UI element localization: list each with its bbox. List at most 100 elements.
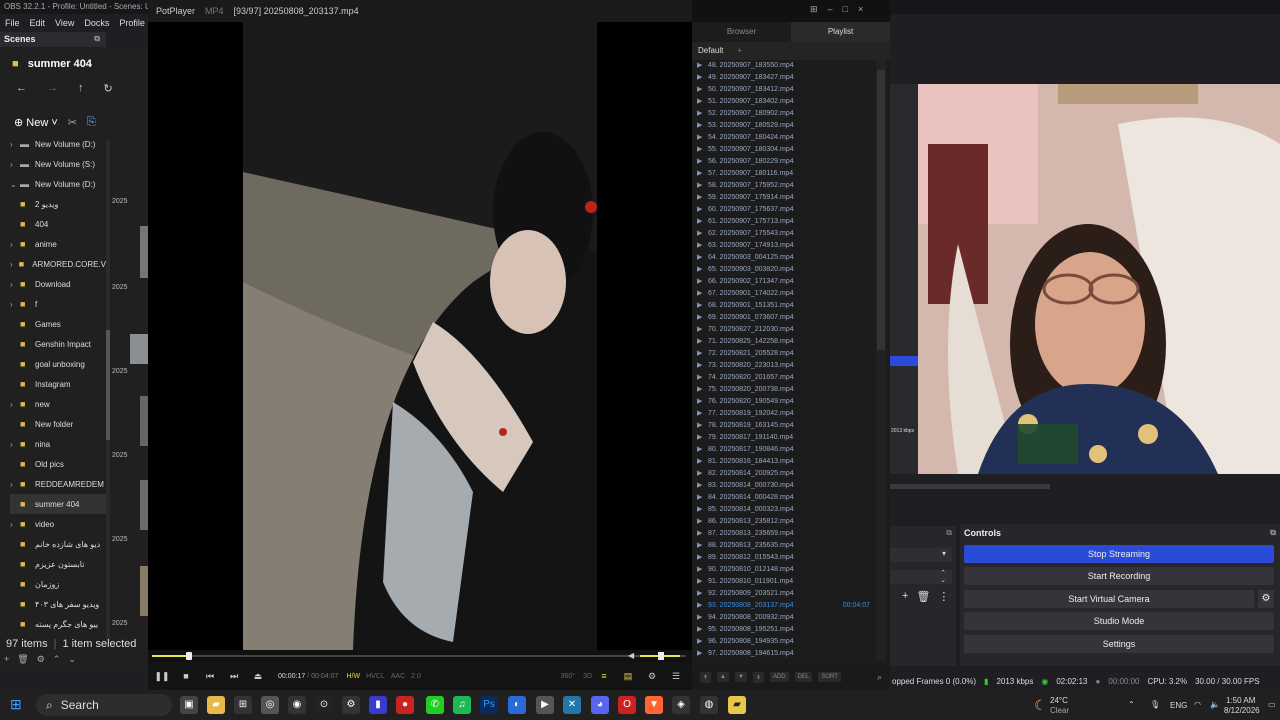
chevron-right-icon[interactable]: › xyxy=(10,300,20,309)
thumbnail-image[interactable] xyxy=(130,334,148,364)
playlist-item[interactable]: ▶ 63. 20250907_174913.mp4 xyxy=(694,240,874,252)
nav-tree-item[interactable]: ■ ويديو 2 xyxy=(10,194,106,214)
whatsapp-icon[interactable]: ✆ xyxy=(426,696,444,714)
pause-icon[interactable]: ❚❚ xyxy=(150,671,174,682)
back-icon[interactable]: ← xyxy=(16,82,27,98)
spotify-icon[interactable]: ♫ xyxy=(453,696,471,714)
nav-tree-item[interactable]: ■ goal unboxing xyxy=(10,354,106,374)
brave-icon[interactable]: ▼ xyxy=(645,696,663,714)
undock-icon[interactable]: ⧉ xyxy=(1270,528,1276,538)
add-button[interactable]: ADD xyxy=(769,672,789,682)
playlist-item[interactable]: ▶ 68. 20250901_151351.mp4 xyxy=(694,300,874,312)
video-frame[interactable] xyxy=(243,22,597,650)
nav-tree-item[interactable]: ⌄ ▬ New Volume (D:) xyxy=(10,174,106,194)
start-virtual-camera-button[interactable]: Start Virtual Camera xyxy=(964,590,1254,608)
move-top-icon[interactable]: ⇞ xyxy=(700,671,712,683)
cut-icon[interactable]: ✂ xyxy=(68,116,77,129)
app-icon[interactable]: ◎ xyxy=(261,696,279,714)
virtual-camera-settings-icon[interactable]: ⚙ xyxy=(1258,590,1274,608)
menu-edit[interactable]: Edit xyxy=(30,18,46,28)
chevron-right-icon[interactable]: › xyxy=(10,400,20,409)
settings-button[interactable]: Settings xyxy=(964,635,1274,653)
add-tab-icon[interactable]: + xyxy=(737,46,742,56)
playlist-item[interactable]: ▶ 53. 20250907_180529.mp4 xyxy=(694,120,874,132)
nav-tree-item[interactable]: ■ New folder xyxy=(10,414,106,434)
playlist-item[interactable]: ▶ 59. 20250907_175914.mp4 xyxy=(694,192,874,204)
playlist-item[interactable]: ▶ 58. 20250907_175952.mp4 xyxy=(694,180,874,192)
eject-icon[interactable]: ⏏ xyxy=(246,671,270,682)
playlist-item[interactable]: ▶ 91. 20250810_011901.mp4 xyxy=(694,576,874,588)
playlist-item[interactable]: ▶ 90. 20250810_012148.mp4 xyxy=(694,564,874,576)
forward-icon[interactable]: → xyxy=(47,82,58,98)
new-button[interactable]: ⊕ New ˅ xyxy=(14,116,58,129)
playlist-item[interactable]: ▶ 69. 20250901_073607.mp4 xyxy=(694,312,874,324)
file-explorer-icon[interactable]: ▰ xyxy=(207,696,225,714)
explorer-tab[interactable]: ■ summer 404 xyxy=(6,54,150,76)
playlist-item[interactable]: ▶ 67. 20250901_174022.mp4 xyxy=(694,288,874,300)
stop-icon[interactable]: ■ xyxy=(174,671,198,681)
tab-playlist[interactable]: Playlist xyxy=(791,22,890,42)
nav-tree-item[interactable]: › ■ Download xyxy=(10,274,106,294)
3d-toggle[interactable]: 3D xyxy=(583,673,592,680)
move-down-icon[interactable]: ▼ xyxy=(734,672,747,682)
playlist-item[interactable]: ▶ 94. 20250808_200932.mp4 xyxy=(694,612,874,624)
playlist-item[interactable]: ▶ 80. 20250817_190846.mp4 xyxy=(694,444,874,456)
discord-icon[interactable]: ◕ xyxy=(591,696,609,714)
playlist-item[interactable]: ▶ 73. 20250820_223013.mp4 xyxy=(694,360,874,372)
trash-icon[interactable]: 🗑 xyxy=(916,590,930,603)
chevron-right-icon[interactable]: › xyxy=(10,280,20,289)
opera-icon[interactable]: O xyxy=(618,696,636,714)
chevron-down-icon[interactable]: ⌄ xyxy=(10,180,20,189)
nav-tree-item[interactable]: › ■ REDDEAMREDEM xyxy=(10,474,106,494)
thumbnail-image[interactable] xyxy=(140,226,148,278)
up-icon[interactable]: ↑ xyxy=(78,82,84,98)
playlist-item[interactable]: ▶ 93. 20250808_203137.mp4 00:04:07 xyxy=(694,600,874,612)
steam-icon[interactable]: ⚙ xyxy=(342,696,360,714)
record-app-icon[interactable]: ● xyxy=(396,696,414,714)
playlist-item[interactable]: ▶ 64. 20250903_004125.mp4 xyxy=(694,252,874,264)
chevron-right-icon[interactable]: › xyxy=(10,520,20,529)
playlist-item[interactable]: ▶ 61. 20250907_175713.mp4 xyxy=(694,216,874,228)
nav-tree-item[interactable]: › ■ new xyxy=(10,394,106,414)
clock-time[interactable]: 1:50 AM xyxy=(1226,696,1255,705)
nav-tree-item[interactable]: ■ Games xyxy=(10,314,106,334)
file-thumb[interactable]: 2025 xyxy=(112,368,150,375)
nav-tree-item[interactable]: › ■ ARMORED.CORE.V xyxy=(10,254,106,274)
chevron-right-icon[interactable]: › xyxy=(10,440,20,449)
chevron-right-icon[interactable]: › xyxy=(10,140,20,149)
chevron-right-icon[interactable]: › xyxy=(10,260,19,269)
playlist-item[interactable]: ▶ 66. 20250902_171347.mp4 xyxy=(694,276,874,288)
playlist-item[interactable]: ▶ 50. 20250907_183412.mp4 xyxy=(694,84,874,96)
chevron-right-icon[interactable]: › xyxy=(10,480,20,489)
playlist-item[interactable]: ▶ 79. 20250817_191140.mp4 xyxy=(694,432,874,444)
stop-streaming-button[interactable]: Stop Streaming xyxy=(964,545,1274,563)
playlist-item[interactable]: ▶ 84. 20250814_000428.mp4 xyxy=(694,492,874,504)
nav-pane-scroll-thumb[interactable] xyxy=(106,330,110,440)
thumbnail-image[interactable] xyxy=(140,566,148,616)
add-icon[interactable]: + xyxy=(4,654,9,666)
stepper[interactable]: ⌃ ⌄ xyxy=(890,570,952,584)
browser-icon[interactable]: ◐ xyxy=(508,696,526,714)
potplayer-taskbar-icon[interactable]: ▶ xyxy=(536,696,554,714)
move-bottom-icon[interactable]: ⇟ xyxy=(752,671,764,683)
nav-tree-item[interactable]: ■ ویدیو سفر های ۴۰۳ xyxy=(10,594,106,614)
lang-indicator[interactable]: ENG xyxy=(1170,701,1187,710)
menu-docks[interactable]: Docks xyxy=(84,18,109,28)
move-up-icon[interactable]: ▲ xyxy=(717,672,729,682)
nav-tree-item[interactable]: ■ ییو های جگرم پسته xyxy=(10,614,106,634)
nav-tree-item[interactable]: ■ 404 xyxy=(10,214,106,234)
playlist-item[interactable]: ▶ 70. 20250827_212030.mp4 xyxy=(694,324,874,336)
playlist-item[interactable]: ▶ 60. 20250907_175637.mp4 xyxy=(694,204,874,216)
nav-tree-item[interactable]: ■ summer 404 xyxy=(10,494,106,514)
playlist-item[interactable]: ▶ 71. 20250825_142258.mp4 xyxy=(694,336,874,348)
nav-tree-item[interactable]: ■ Genshin Impact xyxy=(10,334,106,354)
settings-gear-icon[interactable]: ⚙ xyxy=(640,671,664,682)
playlist-item[interactable]: ▶ 65. 20250903_003820.mp4 xyxy=(694,264,874,276)
pin-icon[interactable]: ⊞ xyxy=(810,4,818,18)
playlist-item[interactable]: ▶ 78. 20250819_163145.mp4 xyxy=(694,420,874,432)
delete-button[interactable]: DEL xyxy=(794,672,813,682)
nav-tree-item[interactable]: ■ Instagram xyxy=(10,374,106,394)
nav-tree-item[interactable]: ■ زوزمان xyxy=(10,574,106,594)
file-thumb[interactable]: 2025 xyxy=(112,284,150,291)
copy-icon[interactable]: ⎘ xyxy=(87,116,96,129)
